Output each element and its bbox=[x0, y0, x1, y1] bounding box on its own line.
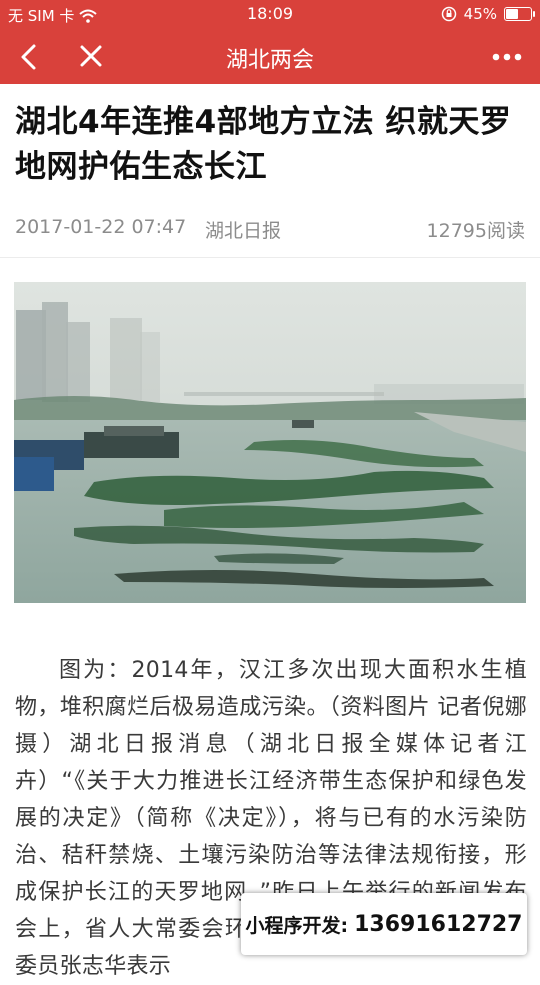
nav-bar: 湖北两会 bbox=[0, 30, 540, 84]
status-right: 45% bbox=[441, 5, 535, 23]
divider bbox=[0, 257, 540, 258]
promo-phone: 13691612727 bbox=[354, 911, 523, 937]
source-link[interactable]: 湖北日报 bbox=[205, 216, 281, 243]
article-meta: 2017-01-22 07:47 湖北日报 12795阅读 bbox=[15, 216, 525, 242]
publish-date: 2017-01-22 07:47 bbox=[15, 216, 187, 238]
nav-title: 湖北两会 bbox=[225, 48, 314, 73]
article-title: 湖北4年连推4部地方立法 织就天罗地网护佑生态长江 bbox=[15, 104, 512, 185]
battery-level bbox=[506, 9, 518, 19]
more-icon[interactable] bbox=[490, 42, 524, 72]
status-bar: 无 SIM 卡 18:09 45% bbox=[0, 0, 540, 30]
promo-label: 小程序开发: bbox=[245, 914, 349, 937]
orientation-lock-icon bbox=[441, 6, 456, 22]
article-photo[interactable] bbox=[14, 282, 526, 603]
battery-percent: 45% bbox=[463, 5, 497, 23]
battery-icon bbox=[504, 7, 535, 21]
read-count: 12795阅读 bbox=[426, 220, 525, 242]
promo-banner[interactable]: 小程序开发: 13691612727 bbox=[241, 893, 527, 955]
